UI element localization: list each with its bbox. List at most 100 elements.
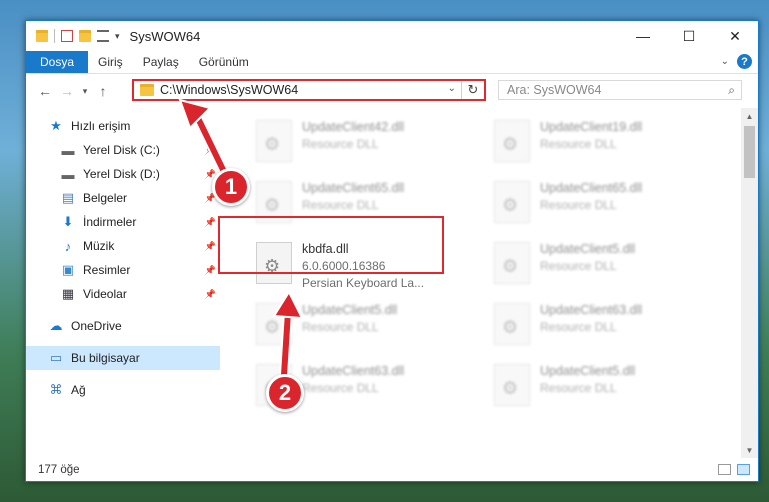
back-button[interactable]: ←: [34, 83, 56, 99]
minimize-button[interactable]: —: [620, 21, 666, 51]
tab-view[interactable]: Görünüm: [189, 51, 259, 73]
close-button[interactable]: ✕: [712, 21, 758, 51]
sidebar-item-onedrive[interactable]: ☁ OneDrive: [26, 314, 220, 338]
navigation-bar: ← → ▾ ↑ C:\Windows\SysWOW64 ⌄ ↻ Ara: Sys…: [26, 74, 758, 108]
sidebar-item-videos[interactable]: ▦ Videolar 📌: [26, 282, 220, 306]
sidebar-item-label: Ağ: [71, 383, 86, 397]
sidebar-item-local-disk-c[interactable]: ▬ Yerel Disk (C:) 📌: [26, 138, 220, 162]
sidebar-item-label: Yerel Disk (C:): [83, 143, 160, 157]
sidebar-item-network[interactable]: ⌘ Ağ: [26, 378, 220, 402]
file-description: Resource DLL: [540, 198, 617, 212]
file-item[interactable]: ⚙ UpdateClient5.dll Resource DLL: [482, 360, 702, 416]
sidebar-item-label: Müzik: [83, 239, 115, 253]
file-item[interactable]: ⚙ UpdateClient65.dll Resource DLL: [482, 177, 702, 233]
vertical-scrollbar[interactable]: ▲ ▼: [741, 108, 758, 458]
file-name: UpdateClient5.dll: [540, 242, 636, 256]
tab-share[interactable]: Paylaş: [133, 51, 189, 73]
file-description: Resource DLL: [302, 320, 379, 334]
tab-home[interactable]: Giriş: [88, 51, 133, 73]
file-description: Resource DLL: [540, 320, 617, 334]
documents-icon: ▤: [61, 190, 75, 205]
sidebar-item-local-disk-d[interactable]: ▬ Yerel Disk (D:) 📌: [26, 162, 220, 186]
file-description: Resource DLL: [540, 137, 617, 151]
tab-file[interactable]: Dosya: [26, 51, 89, 73]
pin-icon[interactable]: 📌: [205, 241, 216, 252]
pin-icon[interactable]: 📌: [205, 145, 216, 156]
download-icon: ⬇: [62, 214, 74, 229]
file-item[interactable]: ⚙ UpdateClient19.dll Resource DLL: [482, 116, 702, 172]
dll-file-icon: ⚙: [494, 242, 530, 284]
callout-badge-2: 2: [266, 374, 304, 412]
file-name: UpdateClient63.dll: [302, 364, 405, 378]
folder-icon: [36, 30, 48, 42]
properties-icon[interactable]: [61, 30, 73, 42]
item-count: 177 öğe: [38, 464, 80, 476]
address-bar[interactable]: C:\Windows\SysWOW64 ⌄ ↻: [132, 79, 486, 101]
file-description: Persian Keyboard La...: [302, 276, 425, 290]
file-item[interactable]: ⚙ UpdateClient63.dll Resource DLL: [482, 299, 702, 355]
file-description: Resource DLL: [540, 381, 617, 395]
up-button[interactable]: ↑: [92, 83, 114, 99]
file-name: UpdateClient5.dll: [302, 303, 398, 317]
sidebar-item-label: Yerel Disk (D:): [83, 167, 160, 181]
pictures-icon: ▣: [61, 262, 75, 277]
navigation-pane: ★ Hızlı erişim ▬ Yerel Disk (C:) 📌 ▬ Yer…: [26, 108, 220, 458]
recent-locations-icon[interactable]: ▾: [78, 86, 92, 97]
pin-icon[interactable]: 📌: [205, 217, 216, 228]
search-placeholder[interactable]: Ara: SysWOW64: [507, 83, 601, 97]
sidebar-item-downloads[interactable]: ⬇ İndirmeler 📌: [26, 210, 220, 234]
file-name: UpdateClient19.dll: [540, 120, 643, 134]
search-box[interactable]: Ara: SysWOW64 ⌕: [498, 80, 742, 100]
help-icon[interactable]: ?: [737, 54, 752, 69]
file-name: UpdateClient65.dll: [302, 181, 405, 195]
window-title: SysWOW64: [129, 28, 201, 44]
file-description: Resource DLL: [302, 381, 379, 395]
sidebar-item-label: Videolar: [83, 287, 127, 301]
scroll-down-icon[interactable]: ▼: [741, 442, 758, 458]
file-item[interactable]: ⚙ UpdateClient5.dll Resource DLL: [244, 299, 464, 355]
file-item[interactable]: ⚙ UpdateClient42.dll Resource DLL: [244, 116, 464, 172]
details-view-icon[interactable]: [718, 464, 731, 475]
forward-button[interactable]: →: [56, 83, 78, 99]
window-controls: — ☐ ✕: [620, 21, 758, 51]
title-bar: ▾ SysWOW64 — ☐ ✕: [26, 21, 758, 51]
ribbon-tabs: Dosya Giriş Paylaş Görünüm ⌄ ?: [26, 51, 758, 74]
folder-icon: [140, 84, 154, 96]
scroll-up-icon[interactable]: ▲: [741, 108, 758, 124]
customize-icon[interactable]: [97, 30, 109, 42]
sidebar-item-pictures[interactable]: ▣ Resimler 📌: [26, 258, 220, 282]
address-path[interactable]: C:\Windows\SysWOW64: [160, 83, 298, 97]
file-name: UpdateClient63.dll: [540, 303, 643, 317]
file-name: UpdateClient65.dll: [540, 181, 643, 195]
cloud-icon: ☁: [49, 318, 63, 333]
sidebar-item-label: Belgeler: [83, 191, 128, 205]
separator: [54, 29, 55, 43]
dll-file-icon: ⚙: [494, 303, 530, 345]
sidebar-item-documents[interactable]: ▤ Belgeler 📌: [26, 186, 220, 210]
search-icon[interactable]: ⌕: [728, 83, 735, 98]
music-icon: ♪: [64, 238, 72, 254]
computer-icon: ▭: [49, 350, 63, 365]
pin-icon[interactable]: 📌: [205, 289, 216, 300]
pin-icon[interactable]: 📌: [205, 265, 216, 276]
dll-file-icon: ⚙: [256, 120, 292, 162]
chevron-down-icon[interactable]: ⌄: [448, 83, 456, 94]
chevron-down-icon[interactable]: ▾: [115, 31, 120, 42]
sidebar-item-this-pc[interactable]: ▭ Bu bilgisayar: [26, 346, 220, 370]
sidebar-item-label: Bu bilgisayar: [71, 351, 140, 365]
callout-badge-1: 1: [212, 168, 250, 206]
tiles-view-icon[interactable]: [737, 464, 750, 475]
sidebar-item-music[interactable]: ♪ Müzik 📌: [26, 234, 220, 258]
file-description: Resource DLL: [302, 198, 379, 212]
drive-icon: ▬: [61, 166, 75, 182]
file-name: UpdateClient42.dll: [302, 120, 405, 134]
sidebar-item-quick-access[interactable]: ★ Hızlı erişim: [26, 114, 220, 138]
drive-icon: ▬: [61, 142, 75, 158]
refresh-button[interactable]: ↻: [461, 81, 484, 99]
scroll-thumb[interactable]: [744, 126, 755, 178]
new-folder-icon[interactable]: [79, 30, 91, 42]
file-item[interactable]: ⚙ UpdateClient5.dll Resource DLL: [482, 238, 702, 294]
dll-file-icon: ⚙: [494, 120, 530, 162]
maximize-button[interactable]: ☐: [666, 21, 712, 51]
expand-ribbon-icon[interactable]: ⌄: [721, 56, 729, 67]
